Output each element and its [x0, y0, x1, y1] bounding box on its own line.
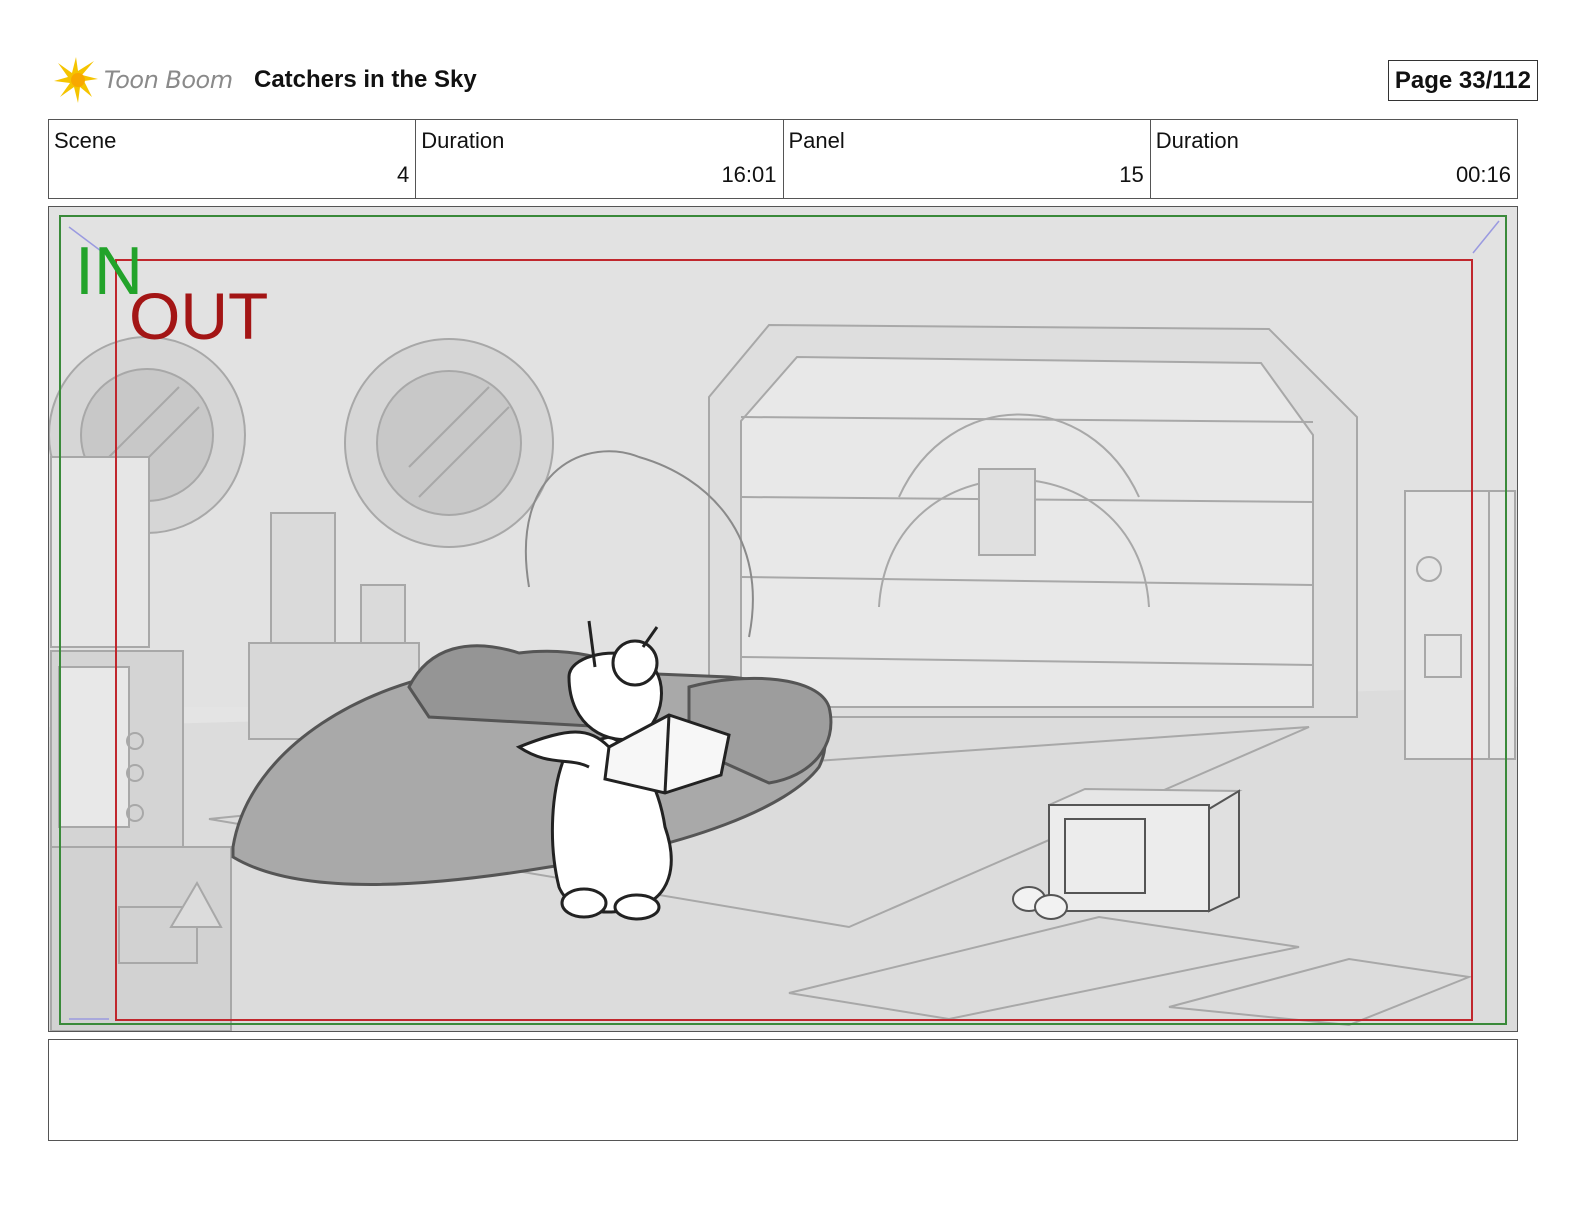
scene-label: Scene: [54, 128, 117, 153]
out-frame-border: [115, 259, 1473, 1021]
scene-value: 4: [397, 162, 410, 187]
storyboard-panel-image: IN OUT: [48, 206, 1518, 1032]
project-title: Catchers in the Sky: [254, 66, 477, 93]
page-header: Toon Boom Catchers in the Sky Page 33/11…: [48, 54, 1538, 106]
scene-duration-label: Duration: [421, 128, 505, 153]
toon-boom-logo: Toon Boom: [52, 54, 242, 106]
star-burst-icon: [54, 57, 98, 103]
panel-duration-value: 00:16: [1455, 162, 1511, 187]
panel-duration-label: Duration: [1155, 128, 1239, 153]
scene-cell: Scene 4: [49, 120, 417, 198]
scene-duration-cell: Duration 16:01: [416, 120, 784, 198]
panel-value: 15: [1119, 162, 1144, 187]
page-number: Page 33/112: [1387, 60, 1538, 101]
out-frame-label: OUT: [129, 279, 269, 353]
panel-cell: Panel 15: [784, 120, 1151, 198]
panel-info-table: Scene 4 Duration 16:01 Panel 15 Duration…: [48, 119, 1518, 199]
panel-duration-cell: Duration 00:16: [1151, 120, 1517, 198]
logo-text: Toon Boom: [104, 66, 233, 94]
panel-notes-box: [48, 1039, 1518, 1141]
panel-label: Panel: [788, 128, 845, 153]
scene-duration-value: 16:01: [721, 162, 777, 187]
